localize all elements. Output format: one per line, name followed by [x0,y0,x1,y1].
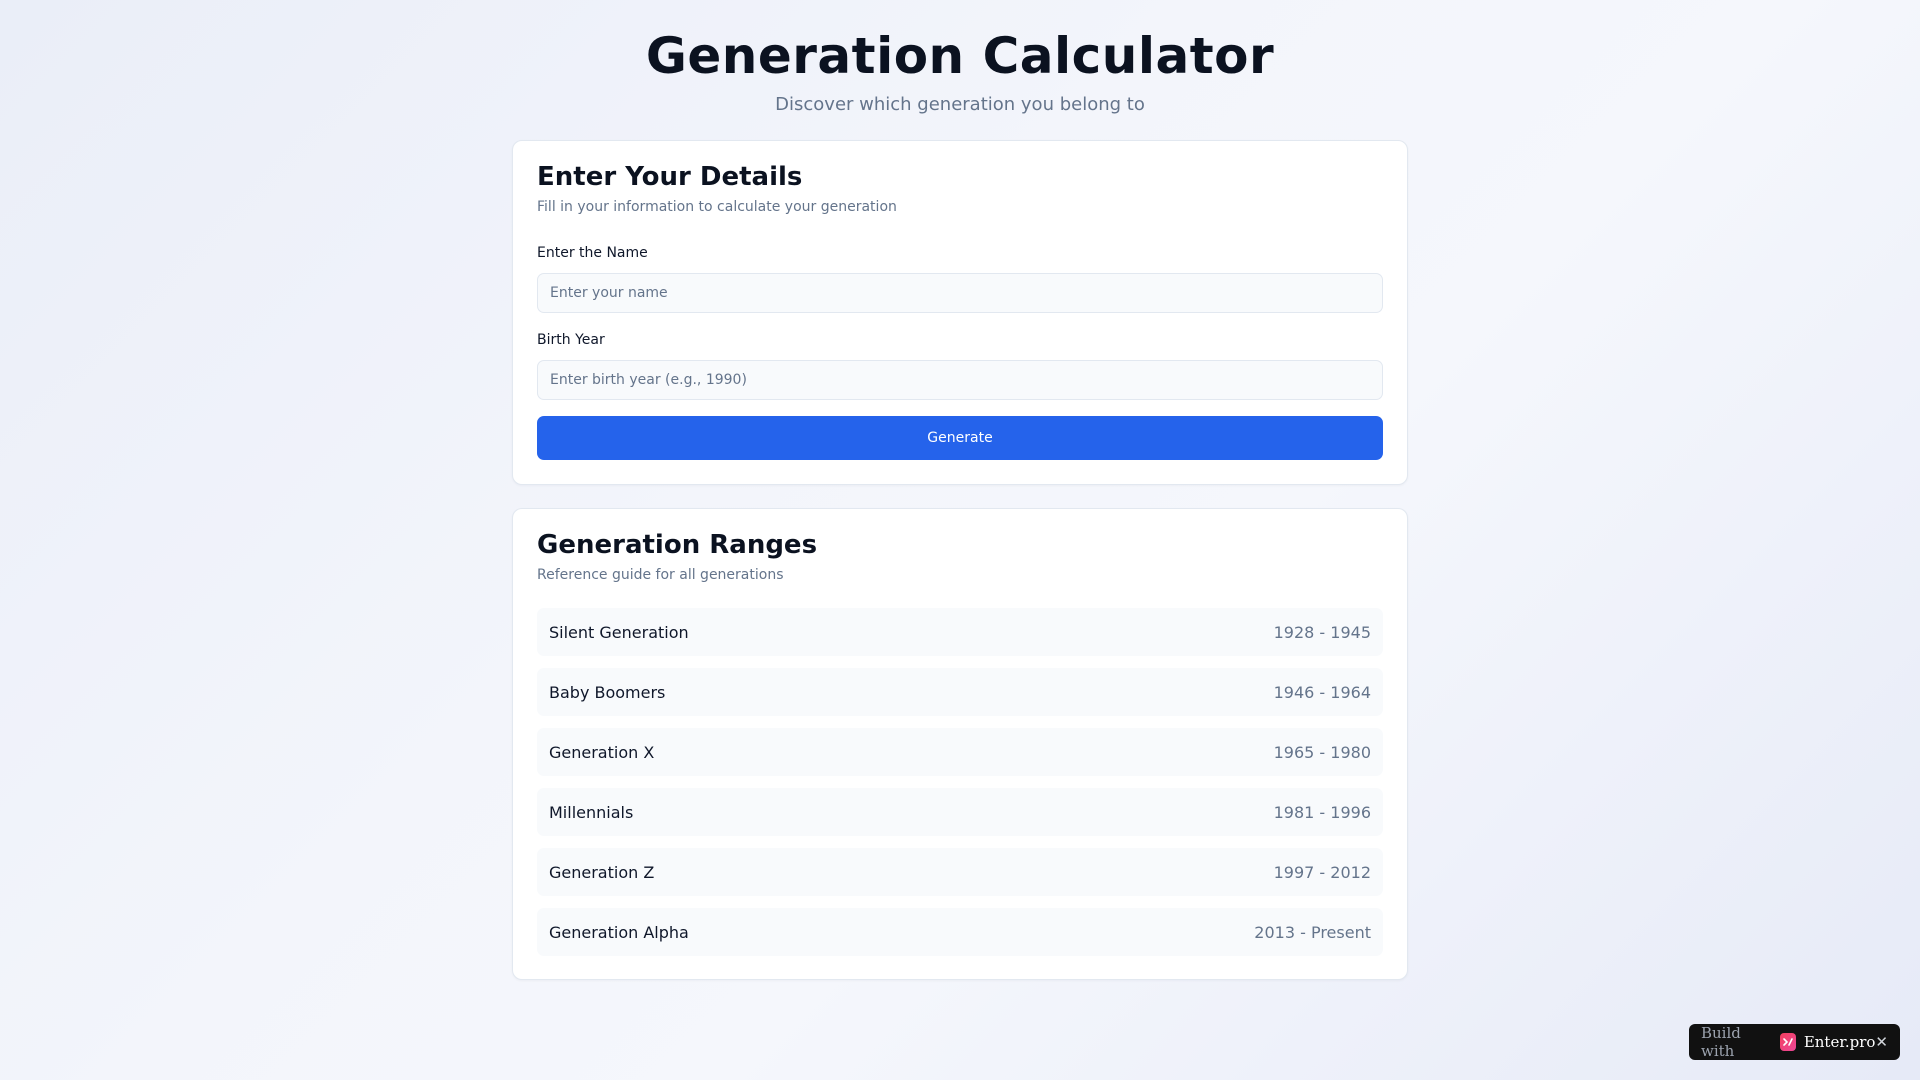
generation-years: 1981 - 1996 [1273,802,1371,822]
name-input[interactable] [537,273,1383,313]
close-icon[interactable]: ✕ [1875,1033,1888,1051]
birth-year-input[interactable] [537,360,1383,400]
generation-range-row: Baby Boomers 1946 - 1964 [537,668,1383,716]
generation-years: 1965 - 1980 [1273,742,1371,762]
generation-name: Silent Generation [549,622,689,642]
generation-years: 1997 - 2012 [1273,862,1371,882]
page-header: Generation Calculator Discover which gen… [0,0,1920,115]
badge-brand-text: Enter.pro [1803,1033,1876,1051]
generation-range-row: Generation Alpha 2013 - Present [537,908,1383,956]
details-card-description: Fill in your information to calculate yo… [537,199,897,215]
generation-name: Generation Z [549,862,655,882]
ranges-card-title: Generation Ranges [537,530,818,560]
details-card-title: Enter Your Details [537,162,803,192]
page-subtitle: Discover which generation you belong to [775,94,1145,115]
generation-range-row: Generation X 1965 - 1980 [537,728,1383,776]
generation-years: 1928 - 1945 [1273,622,1371,642]
generation-range-row: Generation Z 1997 - 2012 [537,848,1383,896]
name-label: Enter the Name [537,245,648,261]
birth-year-label: Birth Year [537,332,605,348]
generation-range-row: Silent Generation 1928 - 1945 [537,608,1383,656]
enter-logo-icon [1779,1033,1796,1051]
generation-range-row: Millennials 1981 - 1996 [537,788,1383,836]
generation-name: Millennials [549,802,634,822]
page-title: Generation Calculator [645,27,1275,85]
generation-name: Generation X [549,742,655,762]
generation-name: Generation Alpha [549,922,689,942]
generation-ranges-card: Generation Ranges Reference guide for al… [512,508,1408,980]
details-card: Enter Your Details Fill in your informat… [512,140,1408,485]
generation-years: 1946 - 1964 [1273,682,1371,702]
generation-range-list: Silent Generation 1928 - 1945 Baby Boome… [537,608,1383,956]
badge-prefix-text: Build with [1701,1024,1741,1060]
generation-years: 2013 - Present [1254,922,1371,942]
build-with-badge[interactable]: Build with Enter.pro ✕ [1689,1024,1900,1060]
generate-button[interactable]: Generate [537,416,1383,460]
ranges-card-description: Reference guide for all generations [537,567,784,583]
generation-name: Baby Boomers [549,682,666,702]
